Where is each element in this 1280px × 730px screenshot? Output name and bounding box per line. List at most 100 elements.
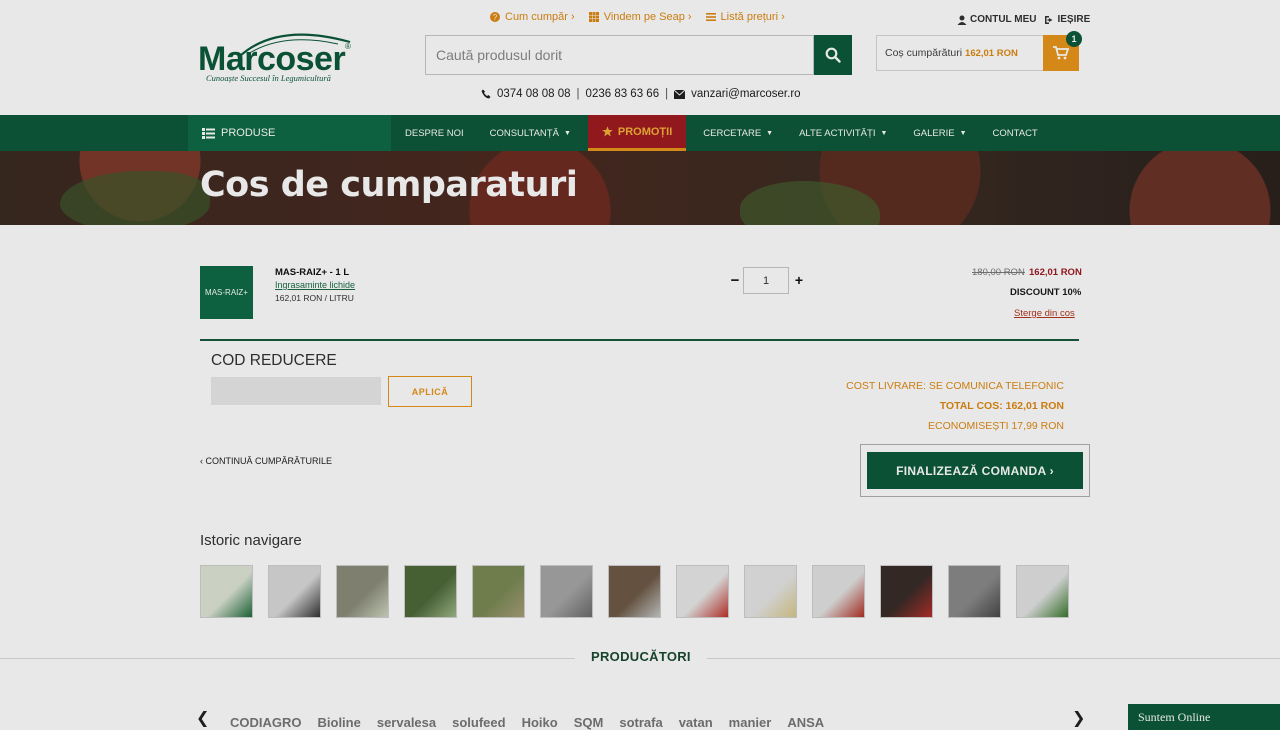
- producer-logo[interactable]: Bioline: [318, 695, 361, 730]
- cart-count-badge: 1: [1066, 31, 1082, 47]
- cart-label: Coș cumpărături: [885, 47, 963, 59]
- coupon-heading: COD REDUCERE: [211, 352, 337, 369]
- producer-logo[interactable]: Hoiko: [522, 695, 558, 730]
- history-thumbnail[interactable]: [608, 565, 661, 618]
- logo-registered: ®: [345, 42, 351, 51]
- price-discounted: 162,01 RON: [1029, 267, 1082, 278]
- nav-products-label: PRODUSE: [221, 127, 276, 139]
- history-thumbnail[interactable]: [812, 565, 865, 618]
- producers-next-arrow-icon[interactable]: ❯: [1072, 708, 1085, 728]
- account-links: CONTUL MEU IEȘIRE: [957, 14, 1090, 25]
- marcoser-logo[interactable]: Marcoser ® Cunoaște Succesul în Legumicu…: [198, 28, 353, 84]
- history-thumbnail[interactable]: [880, 565, 933, 618]
- savings-line: ECONOMISEȘTI 17,99 RON: [928, 420, 1064, 432]
- email-link[interactable]: vanzari@marcoser.ro: [691, 88, 800, 100]
- banner-leaf-decoration: [60, 171, 210, 225]
- producer-logo[interactable]: solufeed: [452, 695, 505, 730]
- continue-shopping-link[interactable]: ‹ CONTINUĂ CUMPĂRĂTURILE: [200, 456, 332, 466]
- quantity-decrease-button[interactable]: −: [728, 272, 742, 289]
- history-thumbnail[interactable]: [1016, 565, 1069, 618]
- list-icon: [705, 13, 716, 21]
- annotation-arrow-icon: [752, 380, 861, 445]
- chevron-down-icon: ▼: [563, 129, 571, 137]
- history-thumbnail[interactable]: [268, 565, 321, 618]
- main-nav: PRODUSE DESPRE NOI CONSULTANȚĂ ▼ PROMOȚII…: [0, 115, 1280, 151]
- toplink-cum-cumpar[interactable]: ? Cum cumpăr ›: [490, 11, 575, 23]
- contact-separator: |: [665, 88, 669, 100]
- discount-label: DISCOUNT 10%: [1010, 287, 1082, 298]
- history-thumbnail[interactable]: [404, 565, 457, 618]
- price-original: 180,00 RON: [972, 267, 1025, 278]
- phone-1[interactable]: 0374 08 08 08: [497, 88, 571, 100]
- logo-tagline: Cunoaște Succesul în Legumicultură: [206, 73, 331, 83]
- quantity-input[interactable]: [743, 267, 789, 294]
- nav-items: DESPRE NOI CONSULTANȚĂ ▼ PROMOȚII CERCETA…: [392, 115, 1051, 151]
- cart-total: 162,01 RON: [965, 47, 1018, 59]
- nav-item-label: PROMOȚII: [617, 125, 673, 138]
- nav-item-label: CONSULTANȚĂ: [489, 127, 559, 139]
- page-title: Cos de cumparaturi: [200, 165, 578, 205]
- history-thumbnail[interactable]: [472, 565, 525, 618]
- producer-logo[interactable]: manier: [729, 695, 772, 730]
- search-input[interactable]: [426, 36, 813, 74]
- toplink-vindem-pe-seap[interactable]: Vindem pe Seap ›: [588, 11, 692, 23]
- producers-logos: CODIAGRO Bioline servalesa solufeed Hoiko SQM…: [230, 695, 824, 730]
- product-thumbnail[interactable]: MAS-RAIZ+: [200, 266, 253, 319]
- nav-item-label: CONTACT: [992, 127, 1038, 139]
- chevron-down-icon: ▼: [766, 129, 774, 137]
- my-account-link[interactable]: CONTUL MEU: [957, 14, 1036, 25]
- banner-leaf-decoration: [740, 181, 880, 225]
- history-thumbnail[interactable]: [336, 565, 389, 618]
- nav-consultanta[interactable]: CONSULTANȚĂ ▼: [477, 115, 584, 151]
- grid-icon: [588, 12, 599, 22]
- chevron-down-icon: ▼: [880, 129, 888, 137]
- history-thumbnail[interactable]: [676, 565, 729, 618]
- product-unit-price: 162,01 RON / LITRU: [275, 293, 354, 303]
- toplink-lista-preturi[interactable]: Listă prețuri ›: [705, 11, 785, 23]
- nav-galerie[interactable]: GALERIE ▼: [900, 115, 979, 151]
- nav-cercetare[interactable]: CERCETARE ▼: [690, 115, 786, 151]
- logout-label: IEȘIRE: [1057, 14, 1091, 25]
- coupon-code-input[interactable]: [211, 377, 381, 405]
- browsing-history-list: [200, 565, 1069, 618]
- nav-item-label: GALERIE: [913, 127, 955, 139]
- producer-logo[interactable]: vatan: [679, 695, 713, 730]
- delivery-cost: COST LIVRARE: SE COMUNICA TELEFONIC: [846, 380, 1064, 392]
- history-thumbnail[interactable]: [744, 565, 797, 618]
- contact-separator: |: [576, 88, 580, 100]
- apply-coupon-button[interactable]: APLICĂ: [388, 376, 472, 407]
- section-divider: [200, 339, 1079, 341]
- search-icon: [825, 47, 841, 63]
- toplink-label: Listă prețuri ›: [720, 11, 785, 23]
- nav-despre-noi[interactable]: DESPRE NOI: [392, 115, 477, 151]
- live-chat-widget[interactable]: Suntem Online: [1128, 704, 1280, 730]
- menu-list-icon: [202, 127, 215, 139]
- remove-from-cart-link[interactable]: Sterge din cos: [1014, 308, 1075, 319]
- checkout-button[interactable]: FINALIZEAZĂ COMANDA ›: [867, 452, 1083, 489]
- producer-logo[interactable]: servalesa: [377, 695, 436, 730]
- logout-link[interactable]: IEȘIRE: [1044, 14, 1090, 25]
- nav-contact[interactable]: CONTACT: [980, 115, 1051, 151]
- producer-logo[interactable]: sotrafa: [619, 695, 662, 730]
- producers-prev-arrow-icon[interactable]: ❮: [196, 708, 209, 728]
- nav-alte-activitati[interactable]: ALTE ACTIVITĂȚI ▼: [786, 115, 900, 151]
- toplink-label: Vindem pe Seap ›: [603, 11, 692, 23]
- nav-promotii[interactable]: PROMOȚII: [587, 115, 687, 151]
- cart-total-line: TOTAL COS: 162,01 RON: [939, 400, 1064, 412]
- producer-logo[interactable]: SQM: [574, 695, 604, 730]
- phone-2[interactable]: 0236 83 63 66: [586, 88, 660, 100]
- nav-products-menu[interactable]: PRODUSE: [188, 115, 391, 151]
- producer-logo[interactable]: ANSA: [787, 695, 824, 730]
- quantity-increase-button[interactable]: +: [792, 272, 806, 288]
- search-button[interactable]: [814, 35, 852, 75]
- user-icon: [957, 15, 967, 25]
- producer-logo[interactable]: CODIAGRO: [230, 695, 302, 730]
- product-category-link[interactable]: Ingrasaminte lichide: [275, 280, 355, 290]
- history-thumbnail[interactable]: [540, 565, 593, 618]
- product-name[interactable]: MAS-RAIZ+ - 1 L: [275, 267, 349, 278]
- cart-summary[interactable]: Coș cumpărături 162,01 RON: [876, 35, 1044, 71]
- history-thumbnail[interactable]: [948, 565, 1001, 618]
- order-summary: COST LIVRARE: SE COMUNICA TELEFONIC TOTA…: [846, 376, 1064, 436]
- nav-item-label: DESPRE NOI: [405, 127, 464, 139]
- history-thumbnail[interactable]: [200, 565, 253, 618]
